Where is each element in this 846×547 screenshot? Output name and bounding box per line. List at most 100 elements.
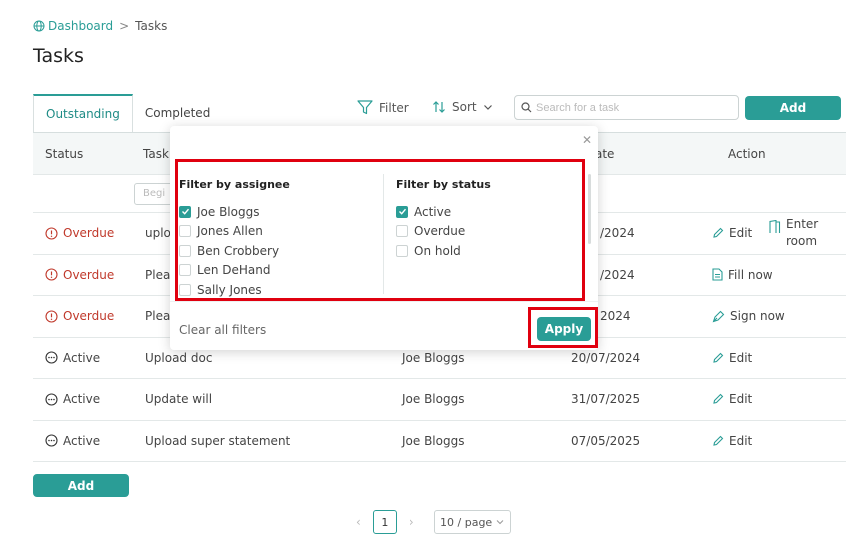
assignee-option[interactable]: Len DeHand xyxy=(179,261,290,281)
status-filter-title: Filter by status xyxy=(396,178,491,191)
assignee-cell: Joe Bloggs xyxy=(402,350,465,365)
edit-action[interactable]: Edit xyxy=(712,434,752,448)
status-option-label: Overdue xyxy=(414,224,466,239)
pencil-icon xyxy=(713,393,724,404)
sort-button[interactable]: Sort xyxy=(432,100,493,114)
check-icon xyxy=(181,208,189,215)
fill-now-action[interactable]: Fill now xyxy=(712,268,773,282)
date-cell: 07/05/2025 xyxy=(571,433,641,448)
more-circle-icon xyxy=(45,434,58,447)
document-icon xyxy=(712,268,723,281)
popup-footer-divider xyxy=(170,301,598,302)
enter-room-action[interactable]: Enter room xyxy=(769,216,820,250)
status-option[interactable]: Overdue xyxy=(396,222,491,242)
assignee-option[interactable]: Jones Allen xyxy=(179,222,290,242)
page-size-label: 10 / page xyxy=(440,515,493,529)
breadcrumb-dashboard-link[interactable]: Dashboard xyxy=(33,19,113,33)
status-option[interactable]: Active xyxy=(396,202,491,222)
prev-page-icon[interactable]: ‹ xyxy=(356,515,361,529)
checkbox[interactable] xyxy=(396,244,408,257)
date-cell: 31/07/2025 xyxy=(571,392,641,407)
sort-label: Sort xyxy=(452,100,477,114)
pagination: ‹ 1 › 10 / page xyxy=(356,510,511,534)
filter-label: Filter xyxy=(379,100,409,115)
clear-filters-link[interactable]: Clear all filters xyxy=(179,323,266,337)
more-circle-icon xyxy=(45,351,58,364)
status-cell: Overdue xyxy=(45,226,114,240)
search-input[interactable] xyxy=(536,101,726,114)
check-icon xyxy=(398,208,406,215)
edit-action[interactable]: Edit xyxy=(712,351,752,365)
date-cell: /2024 xyxy=(600,267,635,282)
more-circle-icon xyxy=(45,393,58,406)
chevron-down-icon xyxy=(496,520,504,525)
pencil-icon xyxy=(713,352,724,363)
header-status: Status xyxy=(45,147,84,161)
filter-scrollbar[interactable] xyxy=(588,174,591,244)
assignee-cell: Joe Bloggs xyxy=(402,392,465,407)
status-filter-group: Filter by status Active Overdue On hold xyxy=(396,178,491,261)
task-cell: Update will xyxy=(145,392,213,407)
assignee-option-label: Sally Jones xyxy=(197,282,262,297)
assignee-filter-title: Filter by assignee xyxy=(179,178,290,191)
globe-icon xyxy=(33,20,45,32)
status-option-label: Active xyxy=(414,204,452,219)
table-row: Active Upload super statement Joe Bloggs… xyxy=(33,421,846,462)
sign-now-action[interactable]: Sign now xyxy=(712,309,785,323)
status-label: Active xyxy=(63,350,101,365)
assignee-cell: Joe Bloggs xyxy=(402,433,465,448)
assignee-option[interactable]: Sally Jones xyxy=(179,280,290,300)
status-cell: Active xyxy=(45,392,100,406)
status-label: Active xyxy=(63,392,101,407)
page-size-select[interactable]: 10 / page xyxy=(433,510,511,534)
edit-label: Edit xyxy=(729,433,753,448)
close-icon[interactable]: ✕ xyxy=(582,133,592,147)
date-cell: /2024 xyxy=(600,226,635,241)
checkbox[interactable] xyxy=(179,283,191,296)
status-label: Overdue xyxy=(63,226,115,241)
breadcrumb-home-label: Dashboard xyxy=(48,19,114,33)
date-cell: 2024 xyxy=(600,309,631,324)
checkbox[interactable] xyxy=(179,225,191,238)
assignee-option[interactable]: Ben Crobbery xyxy=(179,241,290,261)
status-cell: Active xyxy=(45,351,100,365)
pencil-icon xyxy=(713,227,724,238)
door-icon xyxy=(769,220,781,234)
pencil-icon xyxy=(713,435,724,446)
checkbox[interactable] xyxy=(179,244,191,257)
checkbox-checked[interactable] xyxy=(396,205,408,218)
bottom-add-button[interactable]: Add xyxy=(33,474,129,497)
assignee-option-label: Joe Bloggs xyxy=(197,204,260,219)
status-label: Overdue xyxy=(63,309,115,324)
status-label: Active xyxy=(63,433,101,448)
task-cell: Upload super statement xyxy=(145,433,291,448)
checkbox[interactable] xyxy=(179,264,191,277)
filter-button[interactable]: Filter xyxy=(357,100,409,115)
edit-action[interactable]: Edit xyxy=(712,392,752,406)
add-task-button[interactable]: Add xyxy=(745,96,841,120)
task-cell: Upload doc xyxy=(145,350,213,365)
pen-nib-icon xyxy=(712,310,725,323)
breadcrumb-current: Tasks xyxy=(135,19,168,33)
apply-button[interactable]: Apply xyxy=(537,317,591,341)
checkbox[interactable] xyxy=(396,225,408,238)
edit-label: Edit xyxy=(729,226,753,241)
edit-label: Edit xyxy=(729,350,753,365)
page-number-button[interactable]: 1 xyxy=(372,510,397,534)
assignee-option[interactable]: Joe Bloggs xyxy=(179,202,290,222)
assignee-option-label: Jones Allen xyxy=(197,224,263,239)
header-action: Action xyxy=(728,147,766,161)
status-cell: Active xyxy=(45,434,100,448)
assignee-option-label: Ben Crobbery xyxy=(197,243,280,258)
status-option[interactable]: On hold xyxy=(396,241,491,261)
fill-now-label: Fill now xyxy=(728,267,773,282)
tab-outstanding[interactable]: Outstanding xyxy=(33,94,133,132)
status-label: Overdue xyxy=(63,267,115,282)
next-page-icon[interactable]: › xyxy=(409,515,414,529)
filter-popup: ✕ Filter by assignee Joe Bloggs Jones Al… xyxy=(170,126,598,350)
checkbox-checked[interactable] xyxy=(179,205,191,218)
alert-circle-icon xyxy=(45,227,58,240)
assignee-filter-group: Filter by assignee Joe Bloggs Jones Alle… xyxy=(179,178,290,300)
sort-arrows-icon xyxy=(433,101,445,113)
edit-action[interactable]: Edit xyxy=(712,226,752,240)
